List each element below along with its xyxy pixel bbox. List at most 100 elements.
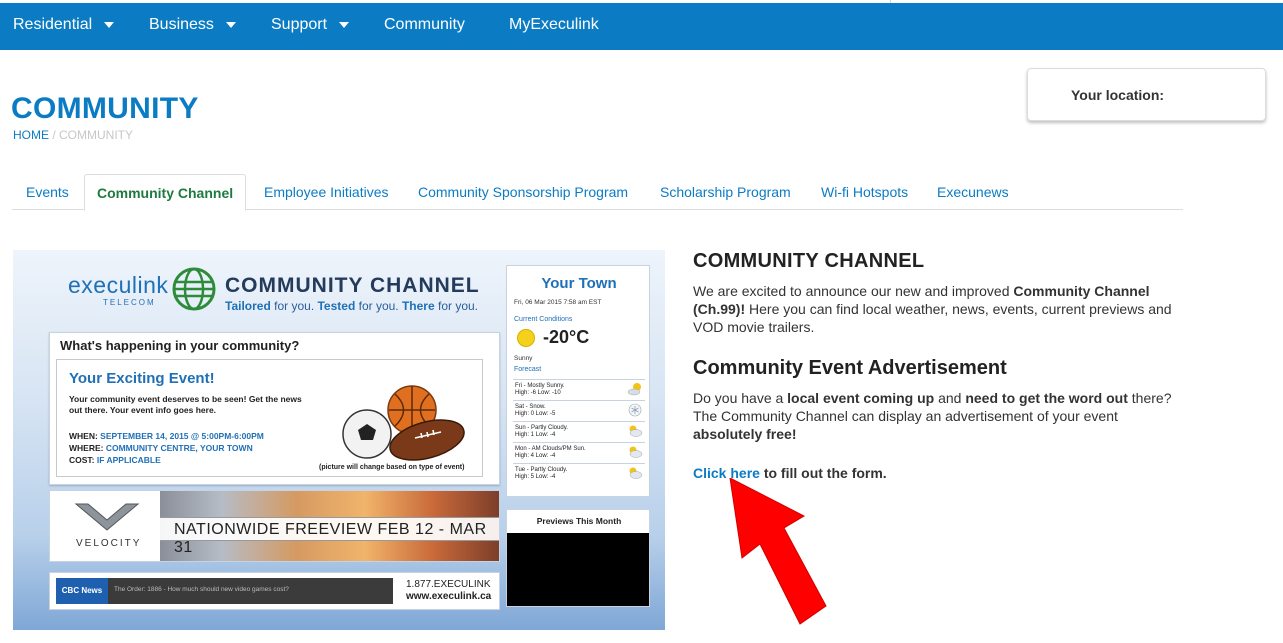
- velocity-photo: NATIONWIDE FREEVIEW FEB 12 - MAR 31: [160, 491, 499, 561]
- partly-cloudy-icon: [629, 446, 643, 458]
- promo-tagline: Tailored for you. Tested for you. There …: [225, 299, 478, 313]
- news-ticker: CBC News The Order: 1886 - How much shou…: [49, 572, 500, 610]
- forecast-line: High: 0 Low: -5: [515, 411, 556, 417]
- execulink-globe-icon: [172, 267, 216, 311]
- promo-channel-name: COMMUNITY CHANNEL: [225, 274, 480, 297]
- location-box[interactable]: Your location:: [1027, 68, 1266, 121]
- nav-item-support[interactable]: Support: [271, 16, 350, 34]
- event-where: WHERE: COMMUNITY CENTRE, YOUR TOWN: [69, 442, 264, 454]
- forecast-text: Sun - Partly Cloudy. High: 1 Low: -4: [515, 425, 568, 439]
- execulink-logo-sub: TELECOM: [103, 298, 156, 307]
- breadcrumb-home-link[interactable]: HOME: [13, 128, 49, 142]
- sun-icon: [517, 329, 535, 347]
- nav-label: Community: [384, 16, 465, 33]
- tab-scholarship-program[interactable]: Scholarship Program: [660, 174, 791, 210]
- weather-date: Fri, 06 Mar 2015 7:58 am EST: [514, 299, 602, 306]
- previews-panel: Previews This Month: [506, 509, 650, 607]
- event-details: WHEN: SEPTEMBER 14, 2015 @ 5:00PM-6:00PM…: [69, 430, 264, 466]
- event-advertisement-description: Do you have a local event coming up and …: [693, 389, 1185, 443]
- para-text: We are excited to announce our new and i…: [693, 283, 1014, 299]
- red-arrow-icon: [729, 478, 827, 625]
- top-nav-bar: Residential Business Support Community M…: [0, 0, 1283, 50]
- breadcrumb-separator: /: [49, 128, 60, 142]
- forecast-line: High: 1 Low: -4: [515, 432, 556, 438]
- tab-wifi-hotspots[interactable]: Wi-fi Hotspots: [821, 174, 908, 210]
- nav-label: MyExeculink: [509, 16, 599, 33]
- ticker-bar: CBC News The Order: 1886 - How much shou…: [56, 578, 393, 604]
- ticker-url: www.execulink.ca: [406, 591, 492, 602]
- current-temperature: -20°C: [543, 327, 590, 347]
- cbc-news-label: CBC News: [56, 578, 108, 604]
- event-when-label: WHEN:: [69, 431, 101, 441]
- nav-label: Support: [271, 16, 328, 33]
- breadcrumb: HOME / COMMUNITY: [13, 128, 133, 142]
- forecast-line: Mon - AM Clouds/PM Sun.: [515, 446, 586, 452]
- current-conditions-label: Current Conditions: [514, 316, 573, 323]
- community-channel-promo-image: execulink TELECOM COMMUNITY CHANNEL Tail…: [13, 250, 665, 630]
- nav-item-residential[interactable]: Residential: [13, 16, 115, 34]
- event-description: Your community event deserves to be seen…: [69, 394, 302, 415]
- forecast-text: Mon - AM Clouds/PM Sun. High: 4 Low: -4: [515, 446, 586, 460]
- community-channel-description: We are excited to announce our new and i…: [693, 282, 1185, 336]
- forecast-row: Tue - Partly Cloudy. High: 5 Low: -4: [513, 463, 645, 483]
- nav-item-community[interactable]: Community: [384, 16, 465, 34]
- breadcrumb-current: COMMUNITY: [59, 128, 134, 142]
- forecast-row: Fri - Mostly Sunny. High: -6 Low: -10: [513, 379, 645, 399]
- para-text: Here you can find local weather, news, e…: [693, 301, 1172, 335]
- sports-balls-icon: [342, 385, 465, 461]
- velocity-name: VELOCITY: [76, 538, 142, 549]
- event-cost-label: COST:: [69, 455, 97, 465]
- forecast-label: Forecast: [514, 366, 542, 373]
- execulink-logo-text: execulink: [68, 272, 169, 298]
- forecast-row: Mon - AM Clouds/PM Sun. High: 4 Low: -4: [513, 442, 645, 462]
- whats-happening-panel: What's happening in your community? Your…: [49, 332, 500, 485]
- tab-community-channel[interactable]: Community Channel: [84, 174, 247, 211]
- event-cost: COST: IF APPLICABLE: [69, 454, 264, 466]
- forecast-line: Sat - Snow.: [515, 404, 546, 410]
- whats-happening-heading: What's happening in your community?: [60, 338, 300, 353]
- previews-screen: [507, 533, 649, 606]
- tab-employee-initiatives[interactable]: Employee Initiatives: [264, 174, 389, 210]
- ticker-phone: 1.877.EXECULINK: [406, 579, 491, 590]
- event-when-value: SEPTEMBER 14, 2015 @ 5:00PM-6:00PM: [100, 431, 264, 441]
- caret-down-icon: [225, 22, 236, 28]
- top-strip-divider: [890, 0, 1283, 3]
- ticker-headline: The Order: 1886 - How much should new vi…: [114, 586, 289, 593]
- velocity-v-icon: [74, 503, 140, 531]
- event-advertisement-heading: Community Event Advertisement: [693, 357, 1007, 379]
- forecast-line: High: -6 Low: -10: [515, 390, 561, 396]
- location-label: Your location:: [1071, 87, 1165, 103]
- event-where-label: WHERE:: [69, 443, 106, 453]
- tagline-part: for you.: [355, 299, 402, 313]
- para-text: Do you have a: [693, 390, 788, 406]
- nav-label: Business: [149, 16, 214, 33]
- para-bold: need to get the word out: [965, 390, 1128, 406]
- forecast-text: Fri - Mostly Sunny. High: -6 Low: -10: [515, 383, 565, 397]
- event-title: Your Exciting Event!: [69, 370, 215, 387]
- event-picture-note: (picture will change based on type of ev…: [319, 464, 465, 471]
- tab-community-sponsorship[interactable]: Community Sponsorship Program: [418, 174, 628, 210]
- forecast-text: Sat - Snow. High: 0 Low: -5: [515, 404, 555, 418]
- forecast-row: Sat - Snow. High: 0 Low: -5: [513, 400, 645, 420]
- caret-down-icon: [339, 22, 350, 28]
- forecast-line: High: 4 Low: -4: [515, 453, 556, 459]
- forecast-line: High: 5 Low: -4: [515, 474, 556, 480]
- freeview-text: NATIONWIDE FREEVIEW FEB 12 - MAR 31: [174, 521, 487, 556]
- tagline-part: for you.: [270, 299, 318, 313]
- forecast-text: Tue - Partly Cloudy. High: 5 Low: -4: [515, 467, 567, 481]
- tab-execunews[interactable]: Execunews: [937, 174, 1009, 210]
- tagline-part: Tested: [317, 299, 356, 313]
- forecast-row: Sun - Partly Cloudy. High: 1 Low: -4: [513, 421, 645, 441]
- ticker-contact: 1.877.EXECULINK www.execulink.ca: [406, 579, 491, 603]
- nav-item-business[interactable]: Business: [149, 16, 236, 34]
- para-bold: absolutely free!: [693, 426, 797, 442]
- event-cost-value: IF APPLICABLE: [96, 455, 161, 465]
- nav-item-myexeculink[interactable]: MyExeculink: [509, 16, 599, 34]
- partly-cloudy-icon: [629, 467, 643, 479]
- velocity-freeview-banner: VELOCITY NATIONWIDE FREEVIEW FEB 12 - MA…: [49, 490, 500, 562]
- previews-heading: Previews This Month: [536, 516, 622, 526]
- para-bold: local event coming up: [787, 390, 935, 406]
- page-title: COMMUNITY: [11, 92, 199, 125]
- tab-events[interactable]: Events: [26, 174, 69, 210]
- event-when: WHEN: SEPTEMBER 14, 2015 @ 5:00PM-6:00PM: [69, 430, 264, 442]
